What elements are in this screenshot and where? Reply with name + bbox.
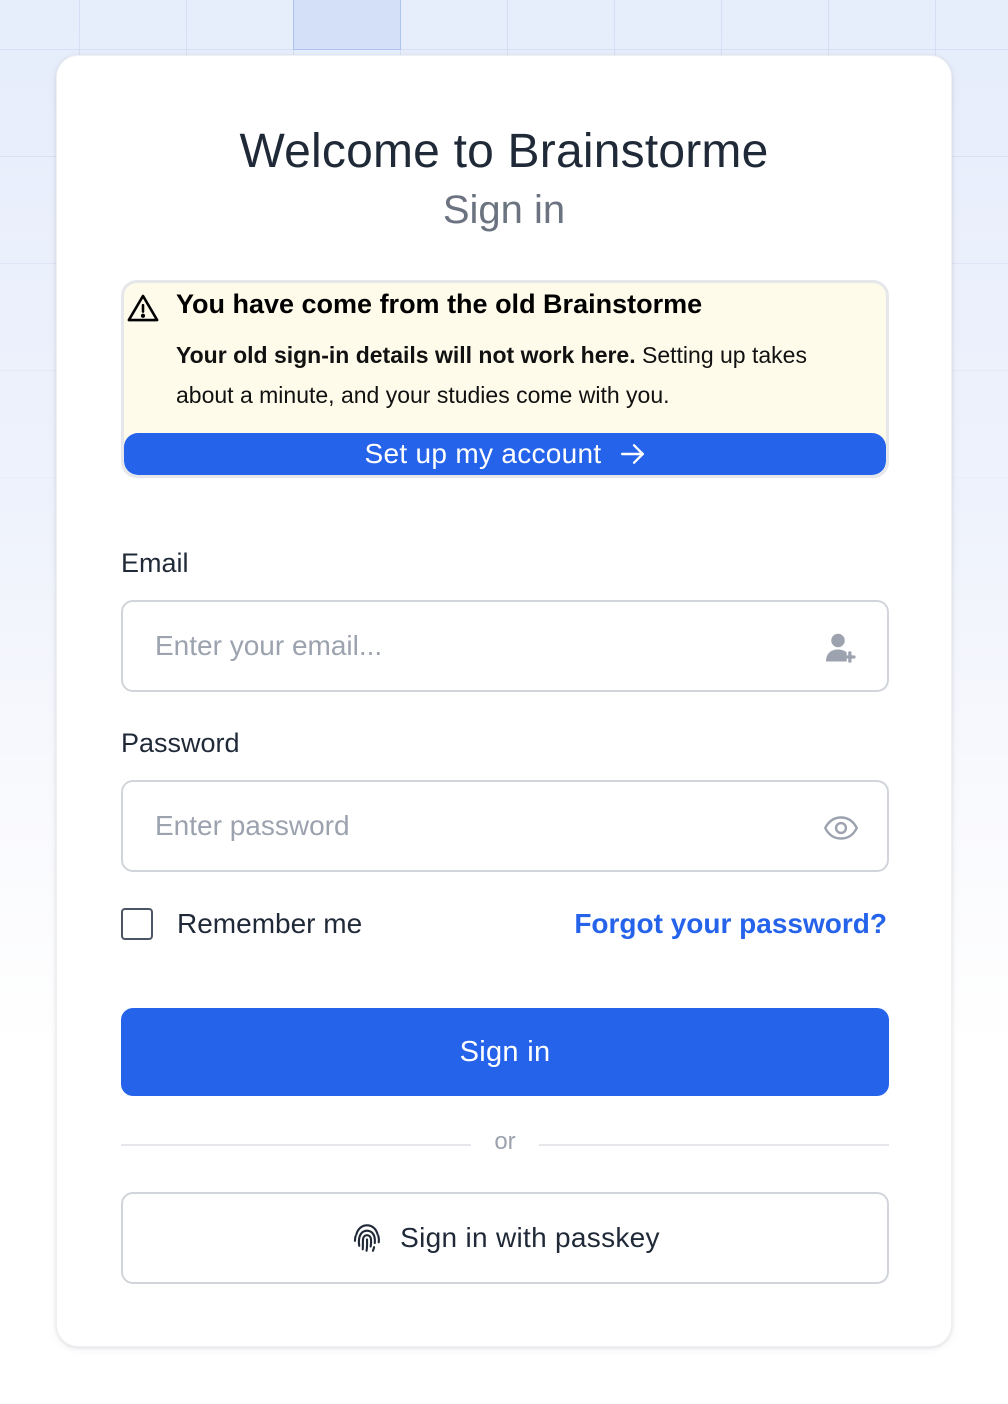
remember-me[interactable]: Remember me: [121, 908, 362, 940]
notice-title: You have come from the old Brainstorme: [176, 289, 703, 319]
email-field[interactable]: [121, 600, 889, 692]
notice-body: Your old sign-in details will not work h…: [176, 335, 866, 415]
warning-icon: [127, 294, 159, 322]
remember-me-label: Remember me: [177, 908, 363, 939]
background-grid-highlight: [293, 0, 401, 50]
remember-me-checkbox[interactable]: [121, 908, 153, 940]
sign-in-button[interactable]: Sign in: [121, 1008, 889, 1096]
password-input[interactable]: [155, 782, 795, 870]
email-input[interactable]: [155, 602, 795, 690]
divider-right: [539, 1144, 889, 1146]
password-field[interactable]: [121, 780, 889, 872]
notice-body-bold: Your old sign-in details will not work h…: [176, 342, 636, 368]
sign-in-card: Welcome to Brainstorme Sign in You have …: [56, 55, 952, 1347]
arrow-right-icon: [620, 444, 644, 464]
page-title: Welcome to Brainstorme: [239, 125, 769, 178]
setup-account-label: Set up my account: [364, 438, 602, 469]
page-subtitle: Sign in: [442, 188, 566, 232]
email-label: Email: [121, 548, 189, 578]
password-label: Password: [121, 728, 240, 758]
fingerprint-icon: [354, 1224, 381, 1252]
passkey-label: Sign in with passkey: [400, 1222, 660, 1253]
divider-left: [121, 1144, 471, 1146]
setup-account-button[interactable]: Set up my account: [124, 433, 886, 475]
migration-notice: You have come from the old Brainstorme Y…: [121, 280, 889, 478]
eye-icon[interactable]: [823, 810, 859, 846]
user-plus-icon: [826, 633, 856, 663]
forgot-password-link[interactable]: Forgot your password?: [574, 908, 887, 940]
passkey-sign-in-button[interactable]: Sign in with passkey: [121, 1192, 889, 1284]
divider-text: or: [494, 1128, 516, 1155]
